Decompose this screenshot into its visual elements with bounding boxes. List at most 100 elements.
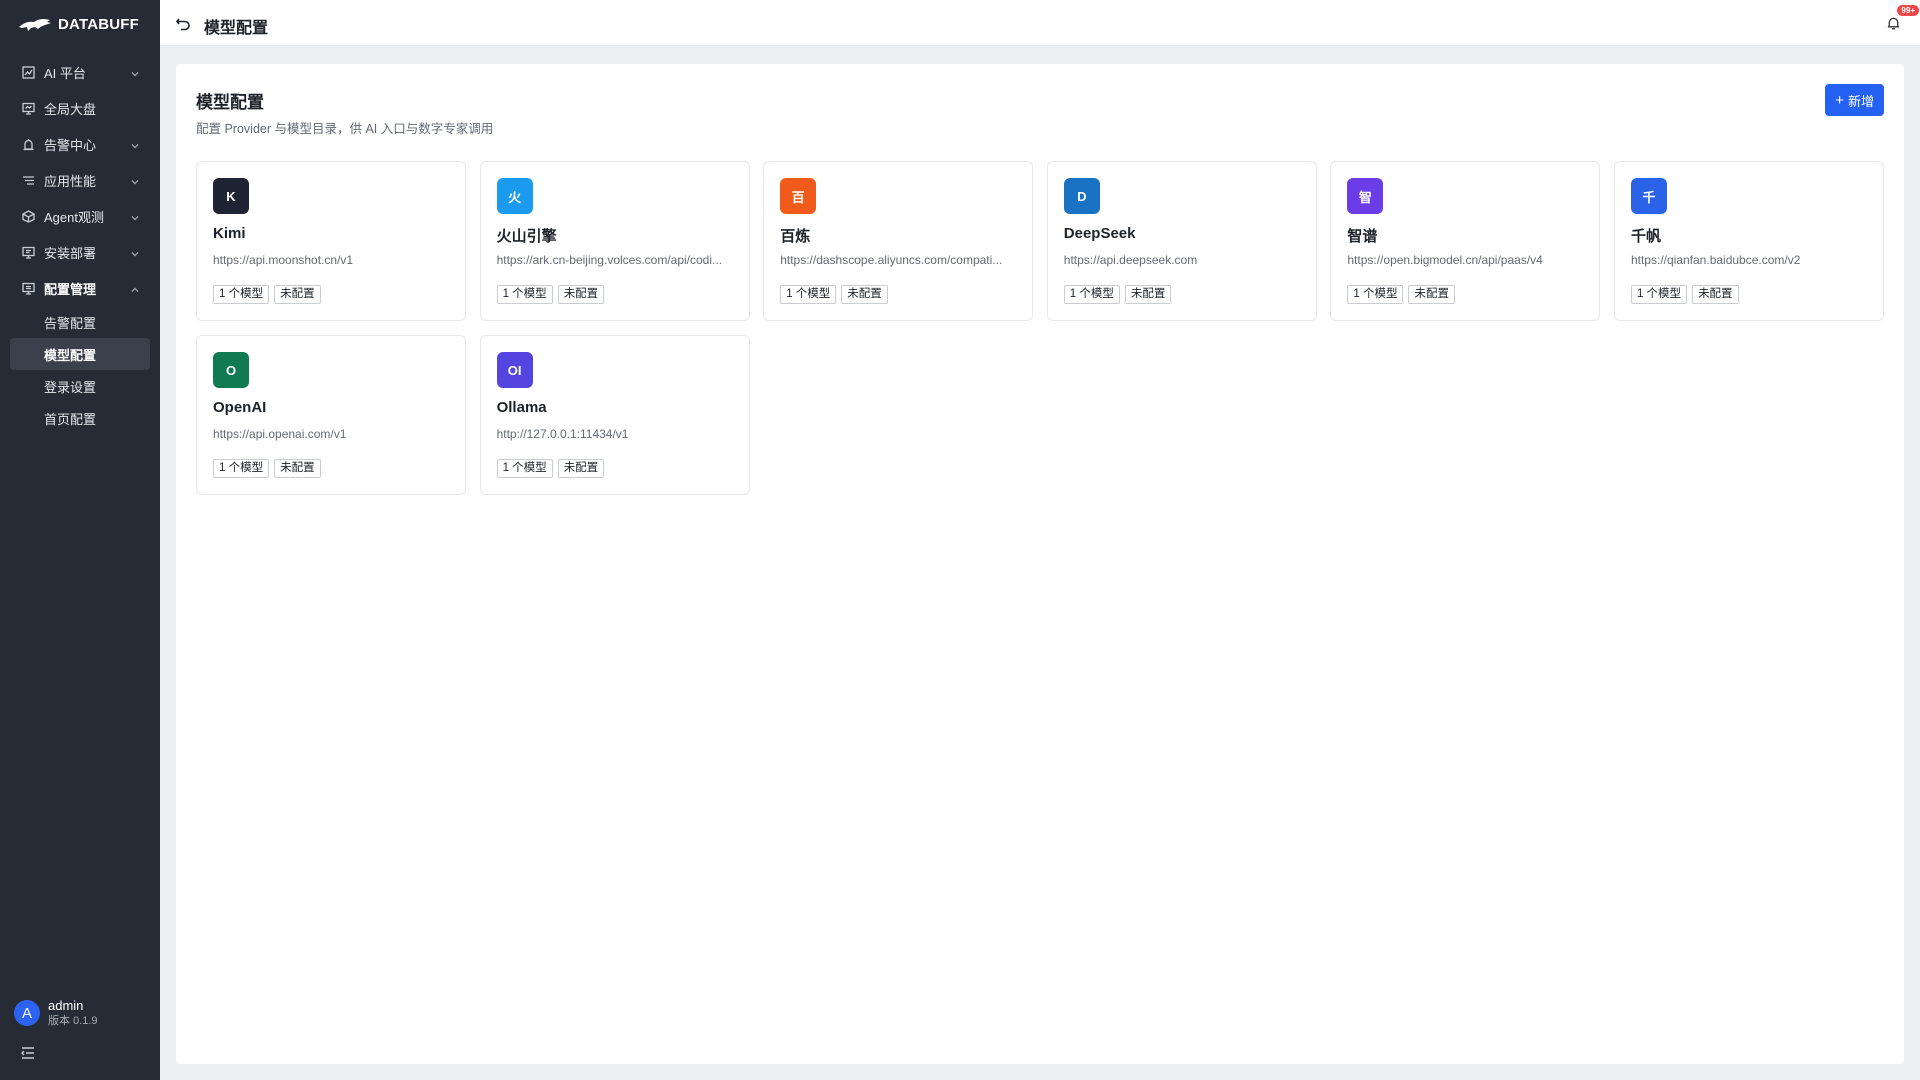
provider-card-2[interactable]: 百 百炼 https://dashscope.aliyuncs.com/comp… [763, 161, 1034, 321]
config-icon [22, 282, 35, 295]
provider-name: 百炼 [780, 228, 811, 245]
user-profile[interactable]: A admin 版本 0.1.9 [14, 998, 98, 1028]
sidebar-item-alert-center[interactable]: 告警中心 [0, 126, 160, 162]
chevron-down-icon [130, 247, 140, 257]
sidebar-item-app-performance[interactable]: 应用性能 [0, 162, 160, 198]
provider-tags: 1 个模型 未配置 [1630, 285, 1739, 304]
version-text: 版本 0.1.9 [48, 1015, 98, 1027]
provider-tags: 1 个模型 未配置 [213, 285, 321, 304]
notification-badge: 99+ [1897, 5, 1919, 16]
logo-text: DATABUFF [58, 15, 140, 33]
provider-name: Ollama [496, 399, 547, 416]
avatar: A [14, 1000, 40, 1026]
panel-description: 配置 Provider 与模型目录，供 AI 入口与数字专家调用 [196, 122, 494, 136]
bell-icon[interactable] [1886, 16, 1902, 32]
provider-card-6[interactable]: O OpenAI https://api.openai.com/v1 1 个模型… [196, 335, 466, 495]
sidebar-item-label: AI 平台 [44, 65, 86, 81]
status-tag: 未配置 [1124, 285, 1172, 304]
status-tag: 未配置 [1692, 285, 1739, 304]
sidebar-item-ai-platform[interactable]: AI 平台 [0, 54, 160, 90]
model-count-tag: 1 个模型 [1630, 285, 1688, 304]
provider-tags: 1 个模型 未配置 [780, 285, 888, 304]
provider-logo: 千 [1630, 178, 1667, 214]
provider-logo: 百 [780, 178, 817, 214]
provider-card-5[interactable]: 千 千帆 https://qianfan.baidubce.com/v2 1 个… [1613, 161, 1884, 321]
provider-url: http://127.0.0.1:11434/v1 [496, 427, 629, 441]
sidebar-item-global-dashboard[interactable]: 全局大盘 [0, 90, 160, 126]
cube-icon [22, 209, 35, 223]
collapse-sidebar-icon[interactable] [20, 1045, 36, 1061]
status-tag: 未配置 [557, 459, 605, 478]
model-count-tag: 1 个模型 [1347, 285, 1404, 304]
provider-tags: 1 个模型 未配置 [1347, 285, 1455, 304]
model-count-tag: 1 个模型 [213, 459, 270, 478]
user-info: admin 版本 0.1.9 [48, 998, 98, 1028]
provider-card-3[interactable]: D DeepSeek https://api.deepseek.com 1 个模… [1046, 161, 1317, 321]
sidebar-item-label: Agent观测 [44, 209, 104, 225]
chevron-down-icon [130, 67, 140, 77]
top-header: 模型配置 99+ [160, 0, 1920, 46]
provider-name: DeepSeek [1063, 225, 1136, 242]
status-tag: 未配置 [841, 285, 888, 304]
user-name: admin [48, 998, 84, 1013]
sidebar-subitem-model-config[interactable]: 模型配置 [10, 338, 150, 370]
provider-name: Kimi [213, 225, 246, 242]
provider-url: https://ark.cn-beijing.volces.com/api/co… [496, 253, 723, 267]
sidebar-item-config-management[interactable]: 配置管理 [0, 270, 160, 306]
provider-card-4[interactable]: 智 智谱 https://open.bigmodel.cn/api/paas/v… [1330, 161, 1601, 321]
panel-title: 模型配置 [196, 93, 264, 112]
deploy-icon [22, 246, 35, 259]
back-icon[interactable] [175, 15, 191, 31]
sidebar-item-label: 应用性能 [44, 173, 97, 189]
sidebar-item-install-deploy[interactable]: 安装部署 [0, 234, 160, 270]
provider-grid: K Kimi https://api.moonshot.cn/v1 1 个模型 … [196, 161, 1884, 495]
model-count-tag: 1 个模型 [1063, 285, 1120, 304]
sidebar-item-agent-observe[interactable]: Agent观测 [0, 198, 160, 234]
provider-card-0[interactable]: K Kimi https://api.moonshot.cn/v1 1 个模型 … [196, 161, 466, 321]
leopard-logo-icon [19, 18, 51, 31]
add-button[interactable]: + 新增 [1825, 84, 1884, 116]
provider-url: https://dashscope.aliyuncs.com/compati..… [780, 253, 1003, 267]
sidebar-subitem-login-settings[interactable]: 登录设置 [10, 370, 150, 402]
provider-url: https://api.deepseek.com [1063, 253, 1198, 267]
chevron-down-icon [130, 175, 140, 185]
provider-logo: O [213, 352, 249, 388]
provider-card-1[interactable]: 火 火山引擎 https://ark.cn-beijing.volces.com… [479, 161, 750, 321]
chevron-up-icon [130, 283, 140, 293]
sidebar-item-label: 全局大盘 [44, 101, 97, 117]
provider-url: https://api.moonshot.cn/v1 [213, 253, 354, 267]
provider-logo: 智 [1347, 178, 1384, 214]
page-title: 模型配置 [204, 20, 269, 37]
provider-url: https://api.openai.com/v1 [213, 427, 347, 441]
model-count-tag: 1 个模型 [213, 285, 270, 304]
provider-url: https://qianfan.baidubce.com/v2 [1630, 253, 1801, 267]
status-tag: 未配置 [274, 459, 321, 478]
provider-name: 千帆 [1630, 228, 1661, 245]
monitor-icon [22, 102, 35, 115]
sidebar-menu: AI 平台 全局大盘 告警中心 应用性能 Agent观测 安装部署 配置管理 告… [0, 54, 160, 434]
provider-logo: D [1063, 178, 1100, 214]
main-panel: 模型配置 配置 Provider 与模型目录，供 AI 入口与数字专家调用 + … [176, 64, 1904, 1064]
chart-icon [22, 65, 35, 79]
sidebar-item-label: 配置管理 [44, 281, 97, 297]
plus-icon: + [1835, 91, 1844, 109]
add-button-label: 新增 [1847, 93, 1874, 109]
provider-tags: 1 个模型 未配置 [213, 459, 321, 478]
logo[interactable]: DATABUFF [18, 13, 139, 35]
status-tag: 未配置 [274, 285, 321, 304]
alarm-icon [22, 138, 35, 151]
chevron-down-icon [130, 139, 140, 149]
filter-lines-icon [22, 174, 35, 187]
chevron-down-icon [130, 211, 140, 221]
provider-card-7[interactable]: OI Ollama http://127.0.0.1:11434/v1 1 个模… [479, 335, 750, 495]
status-tag: 未配置 [557, 285, 605, 304]
provider-tags: 1 个模型 未配置 [496, 459, 605, 478]
sidebar-subitem-home-config[interactable]: 首页配置 [10, 402, 150, 434]
provider-logo: K [213, 178, 249, 214]
model-count-tag: 1 个模型 [780, 285, 837, 304]
provider-name: 火山引擎 [496, 228, 557, 245]
sidebar-subitem-alert-config[interactable]: 告警配置 [10, 306, 150, 338]
provider-logo: OI [496, 352, 533, 388]
provider-name: OpenAI [213, 399, 267, 416]
model-count-tag: 1 个模型 [496, 459, 553, 478]
